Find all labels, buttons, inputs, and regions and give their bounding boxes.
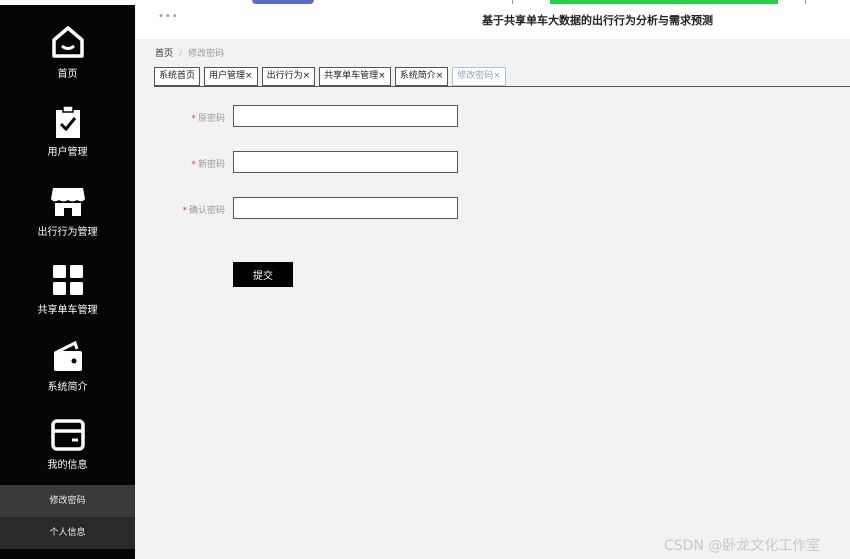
submit-button[interactable]: 提交 [233, 262, 293, 287]
browser-tab-indicator [252, 0, 314, 4]
sidebar-item-travel-behavior[interactable]: 出行行为管理 [0, 185, 135, 238]
required-mark: * [182, 206, 187, 216]
required-mark: * [191, 114, 196, 124]
sidebar-item-system-intro[interactable]: 系统简介 [0, 340, 135, 393]
progress-bar [550, 0, 778, 4]
sidebar-item-label: 首页 [57, 69, 78, 80]
tab-label: 系统简介 [399, 71, 436, 81]
tab-bar: 系统首页 用户管理× 出行行为× 共享单车管理× 系统简介× 修改密码× [154, 67, 510, 86]
store-icon [50, 188, 85, 216]
sidebar-item-bikes[interactable]: 共享单车管理 [0, 263, 135, 316]
field-label: 新密码 [197, 160, 225, 170]
tab-system-intro[interactable]: 系统简介× [394, 67, 449, 86]
form-row-new-password: * 新密码 [150, 151, 470, 175]
tab-close-icon[interactable]: × [493, 71, 501, 81]
old-password-input[interactable] [233, 105, 458, 127]
tab-label: 修改密码 [457, 71, 494, 81]
top-header: ••• 基于共享单车大数据的出行行为分析与需求预测 [136, 5, 850, 39]
new-password-input[interactable] [233, 151, 458, 173]
sidebar-item-label: 我的信息 [47, 460, 88, 471]
sidebar-item-label: 系统简介 [47, 382, 88, 393]
new-password-label: * 新密码 [191, 157, 225, 170]
tab-close-icon[interactable]: × [436, 71, 444, 81]
breadcrumb-current: 修改密码 [188, 49, 225, 59]
sidebar-item-users[interactable]: 用户管理 [0, 105, 135, 158]
tab-divider [154, 86, 850, 87]
tab-label: 系统首页 [159, 71, 196, 81]
old-password-label: * 原密码 [191, 111, 225, 124]
breadcrumb-separator: / [179, 49, 183, 59]
sidebar: 首页 用户管理 出行行为管理 共享单车管理 系统简介 我的信息 修改密码 个人信… [0, 5, 135, 559]
field-label: 确认密码 [188, 206, 225, 216]
sidebar-item-label: 共享单车管理 [37, 305, 98, 316]
page-title: 基于共享单车大数据的出行行为分析与需求预测 [482, 14, 713, 27]
tab-close-icon[interactable]: × [245, 71, 253, 81]
breadcrumb-home[interactable]: 首页 [155, 49, 173, 59]
sidebar-subitem-personal-info[interactable]: 个人信息 [0, 517, 135, 549]
field-label: 原密码 [197, 114, 225, 124]
tab-system-home[interactable]: 系统首页 [154, 67, 201, 86]
tab-user-management[interactable]: 用户管理× [204, 67, 258, 86]
card-icon [50, 419, 85, 451]
confirm-password-input[interactable] [233, 197, 458, 219]
sidebar-item-my-info[interactable]: 我的信息 [0, 418, 135, 471]
confirm-password-label: * 确认密码 [182, 203, 225, 216]
sidebar-item-label: 用户管理 [47, 147, 88, 158]
breadcrumb: 首页 / 修改密码 [155, 46, 224, 59]
clipboard-check-icon [55, 105, 80, 138]
tab-change-password[interactable]: 修改密码× [452, 67, 506, 86]
form-row-old-password: * 原密码 [150, 105, 470, 129]
home-icon [51, 26, 84, 58]
sidebar-item-home[interactable]: 首页 [0, 23, 135, 80]
tab-label: 共享单车管理 [324, 71, 379, 81]
watermark: CSDN @卧龙文化工作室 [664, 538, 821, 554]
form-row-confirm-password: * 确认密码 [150, 197, 470, 221]
required-mark: * [191, 160, 196, 170]
tab-close-icon[interactable]: × [378, 71, 386, 81]
tab-close-icon[interactable]: × [303, 71, 311, 81]
tab-bike-management[interactable]: 共享单车管理× [319, 67, 391, 86]
menu-dots-icon[interactable]: ••• [158, 11, 179, 22]
grid-icon [52, 265, 83, 295]
sidebar-subitem-change-password[interactable]: 修改密码 [0, 485, 135, 517]
tab-label: 用户管理 [209, 71, 246, 81]
tab-travel-behavior[interactable]: 出行行为× [261, 67, 316, 86]
tab-label: 出行行为 [266, 71, 303, 81]
wallet-icon [53, 340, 82, 371]
sidebar-item-label: 出行行为管理 [37, 227, 98, 238]
